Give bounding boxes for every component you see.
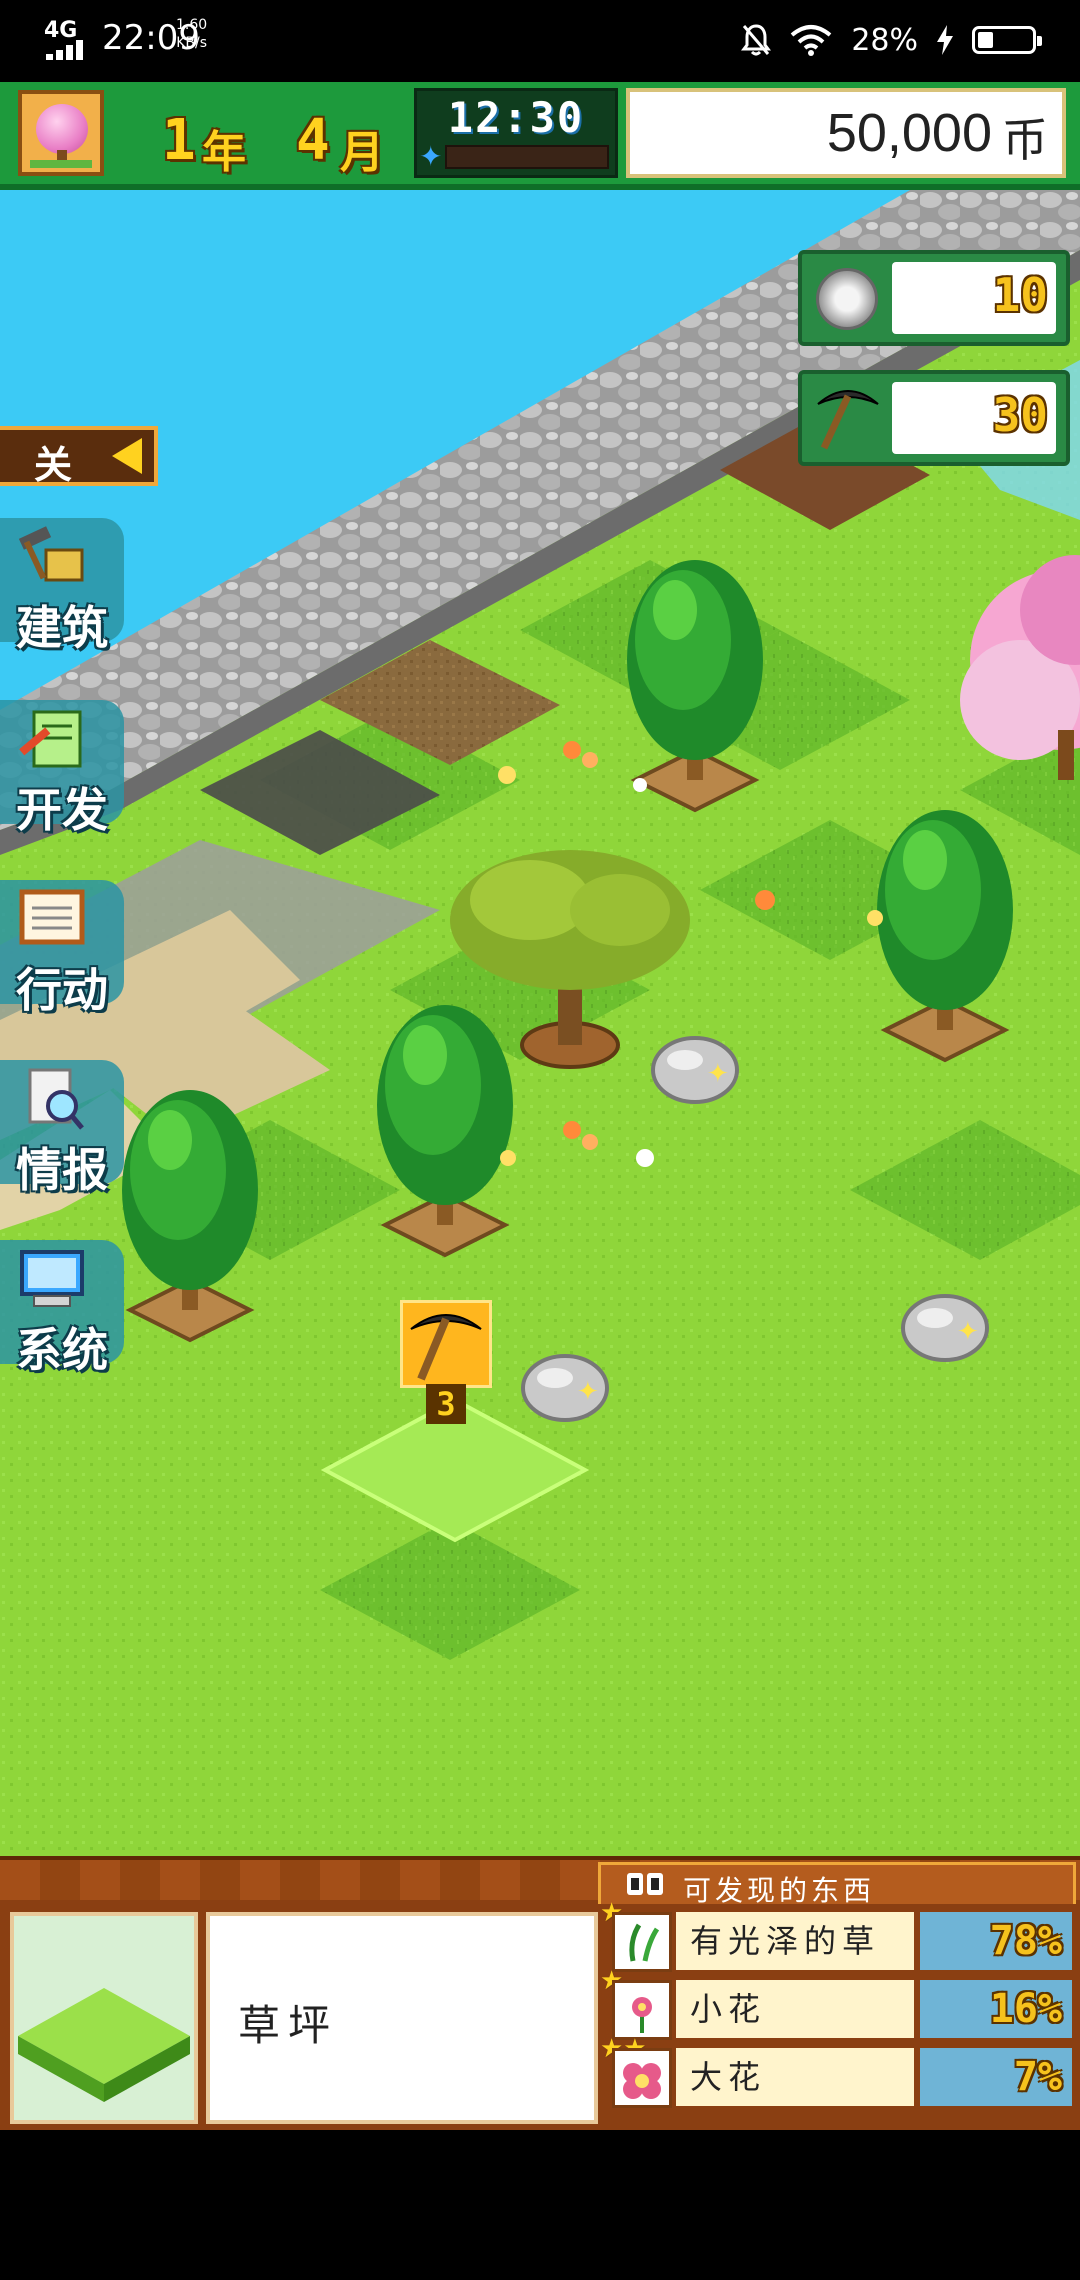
computer-icon	[20, 1250, 84, 1307]
svg-text:✦: ✦	[577, 1377, 599, 1407]
pickaxe-count: 30	[992, 388, 1048, 442]
discover-item-percent-value: 7	[1013, 2054, 1038, 2100]
menu-info-label: 情报	[16, 1143, 108, 1197]
year-label: 年	[202, 127, 246, 178]
speed-unit: KB/s	[176, 35, 207, 51]
month-label: 月	[340, 127, 384, 178]
silver-medal-icon	[816, 268, 878, 330]
menu-system-button[interactable]: 系统	[0, 1240, 124, 1377]
discover-item-percent: 16%	[920, 1980, 1072, 2038]
discoverable-title: 可发现的东西	[683, 1874, 876, 1907]
close-label: 关	[34, 443, 73, 487]
money-amount: 50,000	[826, 103, 992, 163]
charging-icon	[937, 25, 953, 55]
tile-thumbnail	[10, 1912, 198, 2124]
menu-action-button[interactable]: 行动	[0, 880, 124, 1017]
tree	[122, 1090, 258, 1343]
system-nav-area	[0, 2130, 1080, 2280]
menu-info-button[interactable]: 情报	[0, 1060, 124, 1197]
battery-percent: 28%	[851, 22, 918, 58]
game-clock: 12:30 ✦	[414, 88, 618, 178]
small-flower-icon	[612, 1980, 672, 2040]
shiny-grass-icon	[612, 1912, 672, 1972]
magnifier-document-icon	[28, 1068, 84, 1130]
discover-item-row: ★★ 大花 7%	[600, 2034, 1074, 2110]
medal-count: 10	[992, 268, 1048, 322]
rock: ✦	[651, 1036, 739, 1104]
mute-bell-icon	[741, 24, 772, 56]
menu-build-button[interactable]: 建筑	[0, 518, 124, 655]
svg-text:✦: ✦	[957, 1317, 979, 1347]
menu-build-label: 建筑	[16, 601, 108, 655]
lawn-tile-icon	[18, 1988, 190, 2102]
currency-label: 币	[1002, 113, 1048, 167]
percent-sign: %	[1037, 1918, 1062, 1964]
menu-develop-label: 开发	[16, 783, 108, 837]
dig-uses-count: 3	[426, 1384, 466, 1424]
rock: ✦	[521, 1354, 609, 1422]
menu-system-label: 系统	[16, 1323, 108, 1377]
battery-icon	[972, 26, 1042, 54]
discover-item-percent: 78%	[920, 1912, 1072, 1970]
discover-item-name: 大花	[676, 2048, 914, 2106]
discoverable-header: 可发现的东西	[598, 1862, 1076, 1907]
tile-info-panel: 可发现的东西 草坪 ★ 有光泽的草 78% ★ 小花 16% ★★ 大花 7%	[0, 1856, 1080, 2130]
collapse-arrow-icon	[112, 438, 142, 474]
star-icon: ✦	[419, 140, 443, 173]
discover-item-row: ★ 小花 16%	[600, 1966, 1074, 2042]
game-map[interactable]: ✦ ✦ ✦ 关 建筑 开发 行动 情报 系统 10 30 3	[0, 190, 1080, 1856]
money-display: 50,000 币	[626, 88, 1066, 178]
network-speed: 1.60 KB/s	[176, 16, 207, 52]
signal-icon	[46, 40, 92, 60]
eyes-icon	[627, 1873, 667, 1895]
menu-develop-button[interactable]: 开发	[0, 700, 124, 837]
percent-sign: %	[1037, 2054, 1062, 2100]
blueprint-icon	[19, 710, 82, 768]
discover-item-row: ★ 有光泽的草 78%	[600, 1898, 1074, 1974]
tree	[877, 810, 1013, 1063]
speed-value: 1.60	[176, 17, 208, 33]
discover-item-percent: 7%	[920, 2048, 1072, 2106]
year-number: 1	[162, 108, 196, 173]
tile-name: 草坪	[238, 2001, 339, 2050]
big-flower-icon	[612, 2048, 672, 2108]
menu-action-label: 行动	[16, 963, 108, 1017]
pickaxe-icon	[410, 1314, 482, 1381]
hammer-build-icon	[18, 526, 84, 582]
town-avatar-button[interactable]	[18, 90, 104, 176]
cherry-tree-icon	[36, 104, 88, 154]
discover-item-name: 有光泽的草	[676, 1912, 914, 1970]
game-clock-time: 12:30	[447, 93, 585, 142]
tree	[627, 560, 763, 813]
medal-counter: 10	[798, 250, 1070, 346]
pickaxe-icon	[817, 390, 879, 450]
month-number: 4	[296, 108, 330, 173]
discover-item-percent-value: 16	[989, 1986, 1038, 2032]
discover-item-name: 小花	[676, 1980, 914, 2038]
action-board-icon	[19, 889, 85, 945]
rock: ✦	[901, 1294, 989, 1362]
close-menu-button[interactable]: 关	[0, 426, 158, 487]
day-progress-bar	[445, 145, 609, 169]
tree	[377, 1005, 513, 1258]
discover-item-percent-value: 78	[989, 1918, 1038, 1964]
wifi-icon	[791, 25, 832, 56]
tile-description: 草坪	[206, 1912, 598, 2124]
percent-sign: %	[1037, 1986, 1062, 2032]
top-hud: 1 年 4 月 12:30 ✦ 50,000 币	[0, 82, 1080, 190]
status-bar: 4G 22:09 1.60 KB/s 28%	[0, 0, 1080, 82]
pickaxe-counter: 30	[798, 370, 1070, 466]
svg-text:✦: ✦	[707, 1059, 729, 1089]
dig-pickaxe-button[interactable]	[400, 1300, 492, 1388]
